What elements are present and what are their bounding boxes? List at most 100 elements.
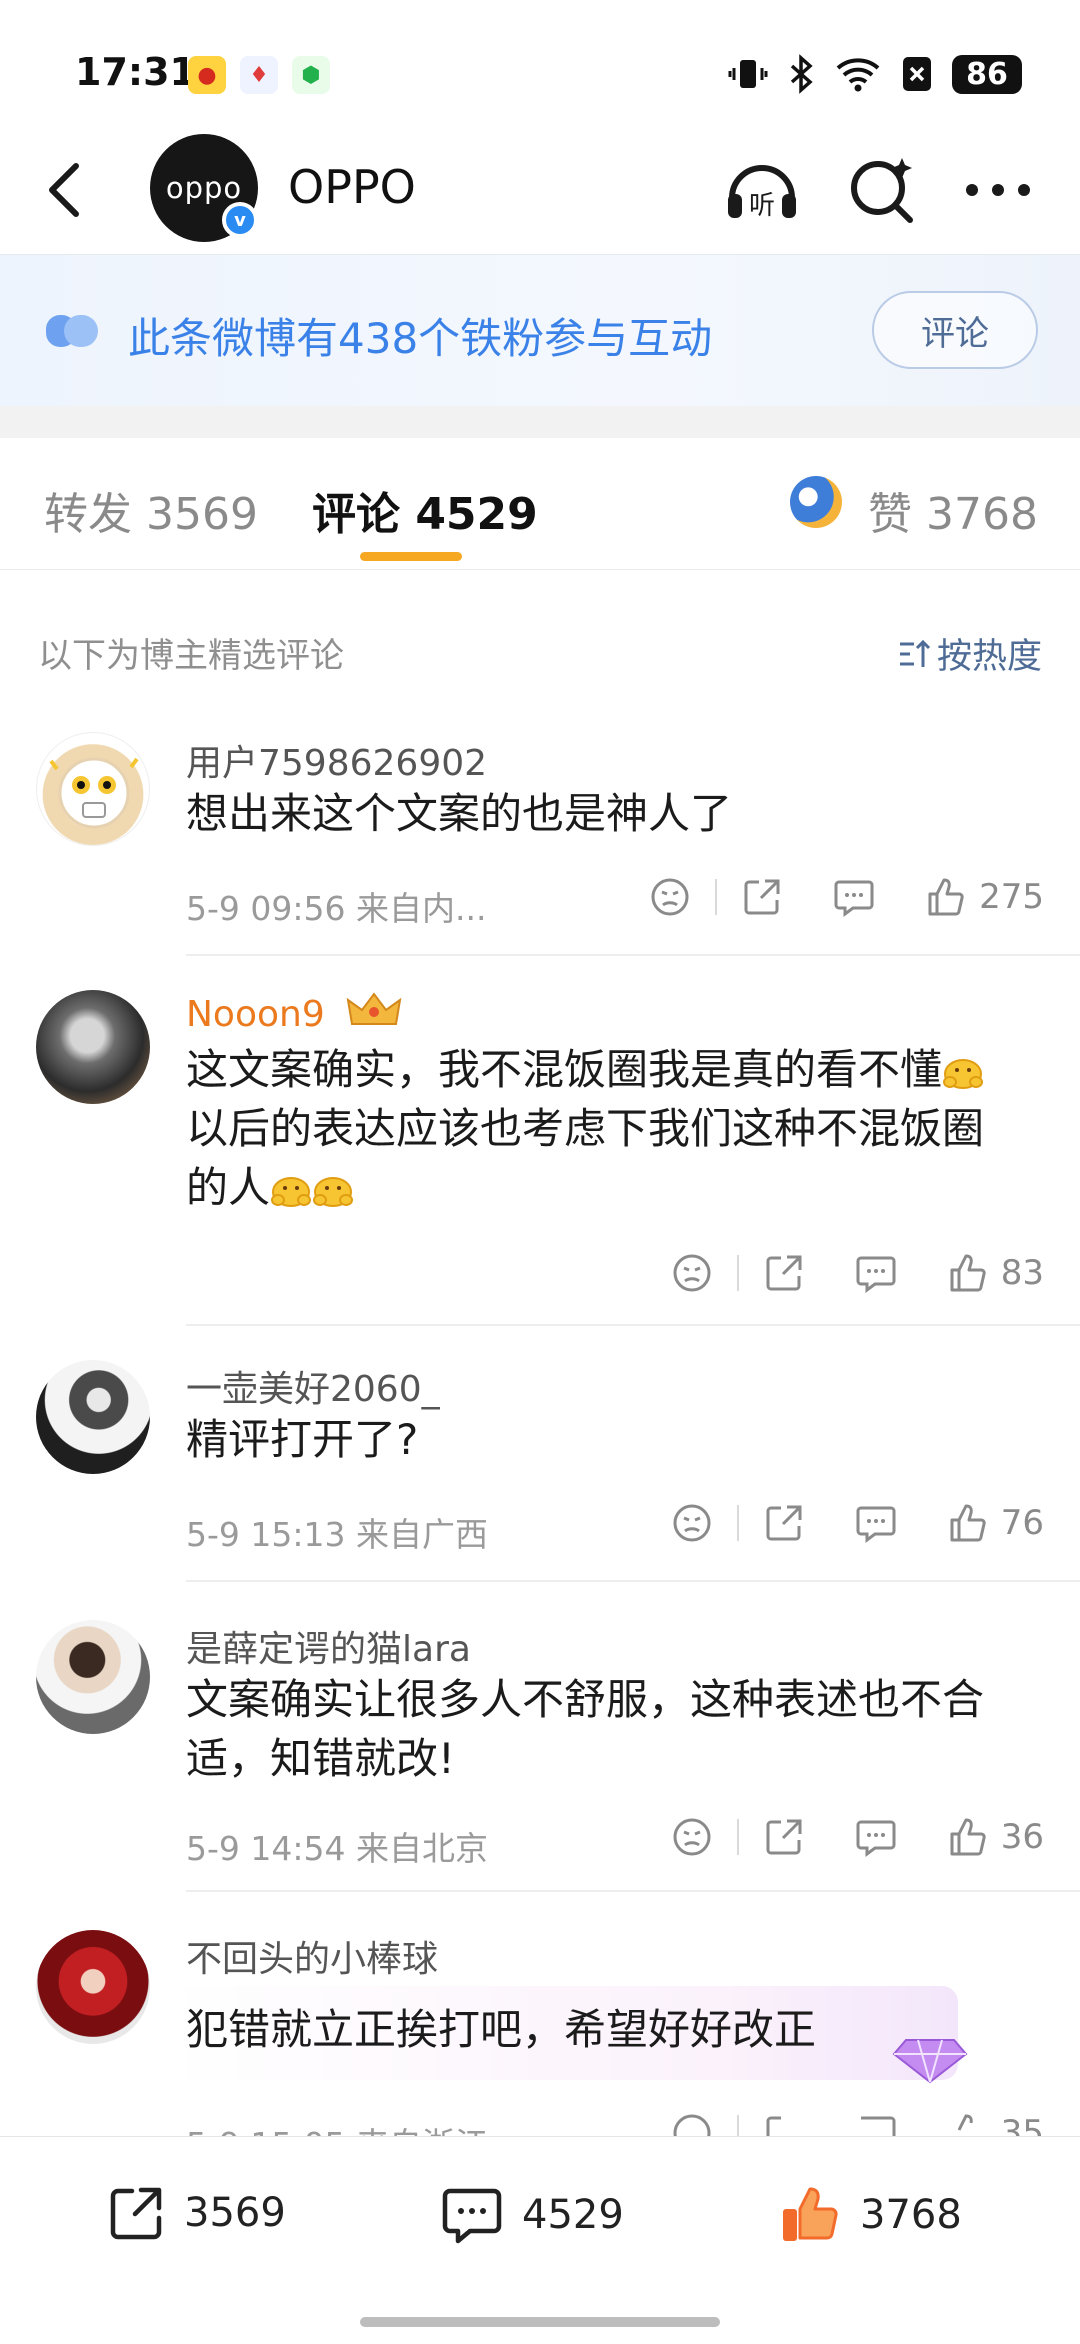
like-count: 36 xyxy=(1000,1817,1044,1857)
comment-actions: 275 xyxy=(649,876,1044,918)
hugging-face-emoji-icon xyxy=(943,1059,984,1089)
reply-button[interactable] xyxy=(833,876,875,918)
comment-actions: 83 xyxy=(671,1252,1044,1294)
tab-repost[interactable]: 转发 3569 xyxy=(44,478,258,542)
tab-likes[interactable]: 赞 3768 xyxy=(868,478,1038,542)
hugging-face-emoji-icon xyxy=(313,1177,354,1207)
comment-actions: 76 xyxy=(671,1502,1044,1544)
post-header: oppo v OPPO 听 xyxy=(0,130,1080,250)
banner-comment-button[interactable]: 评论 xyxy=(872,291,1038,369)
frown-face-icon xyxy=(673,1504,711,1542)
dislike-button[interactable] xyxy=(671,2112,713,2136)
commenter-name[interactable]: 是薛定谔的猫lara xyxy=(186,1620,471,1672)
like-button[interactable]: 35 xyxy=(947,2112,1044,2136)
commenter-name-text: Nooon9 xyxy=(186,994,325,1035)
commenter-avatar[interactable] xyxy=(36,1620,150,1734)
comment-meta: 5-9 15:05 来自浙江 xyxy=(186,2118,488,2136)
frown-face-icon xyxy=(673,1254,711,1292)
like-count: 83 xyxy=(1000,1253,1044,1293)
comment-button[interactable]: 4529 xyxy=(442,2185,1080,2245)
back-button[interactable] xyxy=(36,152,96,228)
comment-meta: 5-9 14:54 来自北京 xyxy=(186,1829,488,1868)
comment-bubble-icon xyxy=(856,1820,896,1857)
dislike-button[interactable] xyxy=(671,1816,713,1858)
comment-bubble-icon xyxy=(834,880,874,917)
commenter-name[interactable]: 用户7598626902 xyxy=(186,734,487,786)
vibrate-icon xyxy=(728,60,768,88)
sort-by-hot-button[interactable]: 按热度 xyxy=(897,628,1042,679)
reply-button[interactable] xyxy=(855,1252,897,1294)
dislike-button[interactable] xyxy=(671,1502,713,1544)
share-icon xyxy=(766,1255,802,1291)
search-icon xyxy=(851,158,913,223)
more-dots-icon xyxy=(966,184,1030,196)
status-notification-icons: ● ♦ ⬢ xyxy=(188,56,330,94)
share-button[interactable] xyxy=(763,1816,805,1858)
sort-icon xyxy=(899,639,931,667)
status-right-icons: 86 xyxy=(728,54,1022,94)
search-button[interactable] xyxy=(842,150,922,230)
thumbs-up-icon xyxy=(950,1254,986,1292)
comment-text-line: 以后的表达应该也考虑下我们这种不混饭圈 xyxy=(186,1104,985,1153)
share-button[interactable] xyxy=(763,1502,805,1544)
fan-interaction-banner: 此条微博有438个铁粉参与互动 评论 xyxy=(0,254,1080,406)
thumbs-up-icon xyxy=(950,1818,986,1856)
share-button[interactable] xyxy=(763,2112,805,2136)
share-button[interactable] xyxy=(763,1252,805,1294)
comment-text-line: 适，知错就改! xyxy=(186,1734,455,1783)
comment-actions: 36 xyxy=(671,1816,1044,1858)
dislike-button[interactable] xyxy=(671,1252,713,1294)
reply-button[interactable] xyxy=(855,1502,897,1544)
thumbs-up-icon xyxy=(957,2114,973,2131)
like-count: 76 xyxy=(1000,1503,1044,1543)
comment-item: 是薛定谔的猫lara 文案确实让很多人不舒服，这种表述也不合 适，知错就改! 5… xyxy=(0,1616,1080,1892)
comment-text-line: 文案确实让很多人不舒服，这种表述也不合 xyxy=(186,1675,985,1724)
oppo-logo: oppo xyxy=(165,171,243,205)
dislike-button[interactable] xyxy=(649,876,691,918)
shield-notification-icon: ⬢ xyxy=(292,56,330,94)
like-button[interactable]: 83 xyxy=(947,1252,1044,1294)
repost-button[interactable]: 3569 xyxy=(108,2185,286,2241)
like-post-button[interactable]: 3768 xyxy=(780,2185,962,2245)
comment-actions: 35 xyxy=(671,2112,1044,2136)
wifi-icon xyxy=(836,58,880,92)
listen-button[interactable]: 听 xyxy=(722,150,802,230)
bottom-action-bar: 3569 4529 3768 xyxy=(0,2136,1080,2344)
thumbs-up-icon xyxy=(928,878,964,916)
comment-item: 一壶美好2060_ 精评打开了? 5-9 15:13 来自广西 76 xyxy=(0,1356,1080,1582)
action-separator xyxy=(736,1255,739,1291)
commenter-name[interactable]: 一壶美好2060_ xyxy=(186,1360,440,1412)
reply-button[interactable] xyxy=(855,1816,897,1858)
status-bar: 17:31 ● ♦ ⬢ 86 xyxy=(0,0,1080,130)
like-button[interactable]: 275 xyxy=(925,876,1044,918)
bluetooth-icon xyxy=(790,54,813,94)
more-button[interactable] xyxy=(958,150,1038,230)
headphone-icon: 听 xyxy=(728,165,796,221)
hugging-face-emoji-icon xyxy=(271,1177,312,1207)
commenter-name[interactable]: 不回头的小棒球 xyxy=(186,1930,438,1982)
share-icon xyxy=(766,1505,802,1541)
reply-button[interactable] xyxy=(855,2112,897,2136)
like-button[interactable]: 76 xyxy=(947,1502,1044,1544)
commenter-avatar[interactable] xyxy=(36,1360,150,1474)
comment-meta: 5-9 09:56 来自内... xyxy=(186,889,487,928)
commenter-avatar[interactable] xyxy=(36,990,150,1104)
commenter-avatar[interactable] xyxy=(36,1930,150,2044)
comment-count: 4529 xyxy=(522,2192,624,2238)
like-button[interactable]: 36 xyxy=(947,1816,1044,1858)
purple-gem-badge-icon xyxy=(892,2039,968,2084)
comment-item: 不回头的小棒球 犯错就立正挨打吧，希望好好改正 5-9 15:05 来自浙江 3… xyxy=(0,1926,1080,2136)
comment-bubble-icon xyxy=(856,1506,896,1543)
share-button[interactable] xyxy=(741,876,783,918)
cartoon-sheep-avatar xyxy=(49,757,139,829)
share-icon xyxy=(766,1819,802,1855)
thumbs-up-icon xyxy=(950,1504,986,1542)
verified-badge-icon: v xyxy=(222,202,258,238)
commenter-avatar[interactable] xyxy=(36,732,150,846)
home-indicator[interactable] xyxy=(360,2317,720,2327)
like-count: 3768 xyxy=(860,2192,962,2238)
commenter-name[interactable]: Nooon9 xyxy=(186,990,402,1035)
comment-item: Nooon9 这文案确实，我不混饭圈我是真的看不懂 以后的表达应该也考虑下我们这… xyxy=(0,986,1080,1326)
account-name[interactable]: OPPO xyxy=(288,160,416,214)
share-icon xyxy=(766,2116,781,2136)
